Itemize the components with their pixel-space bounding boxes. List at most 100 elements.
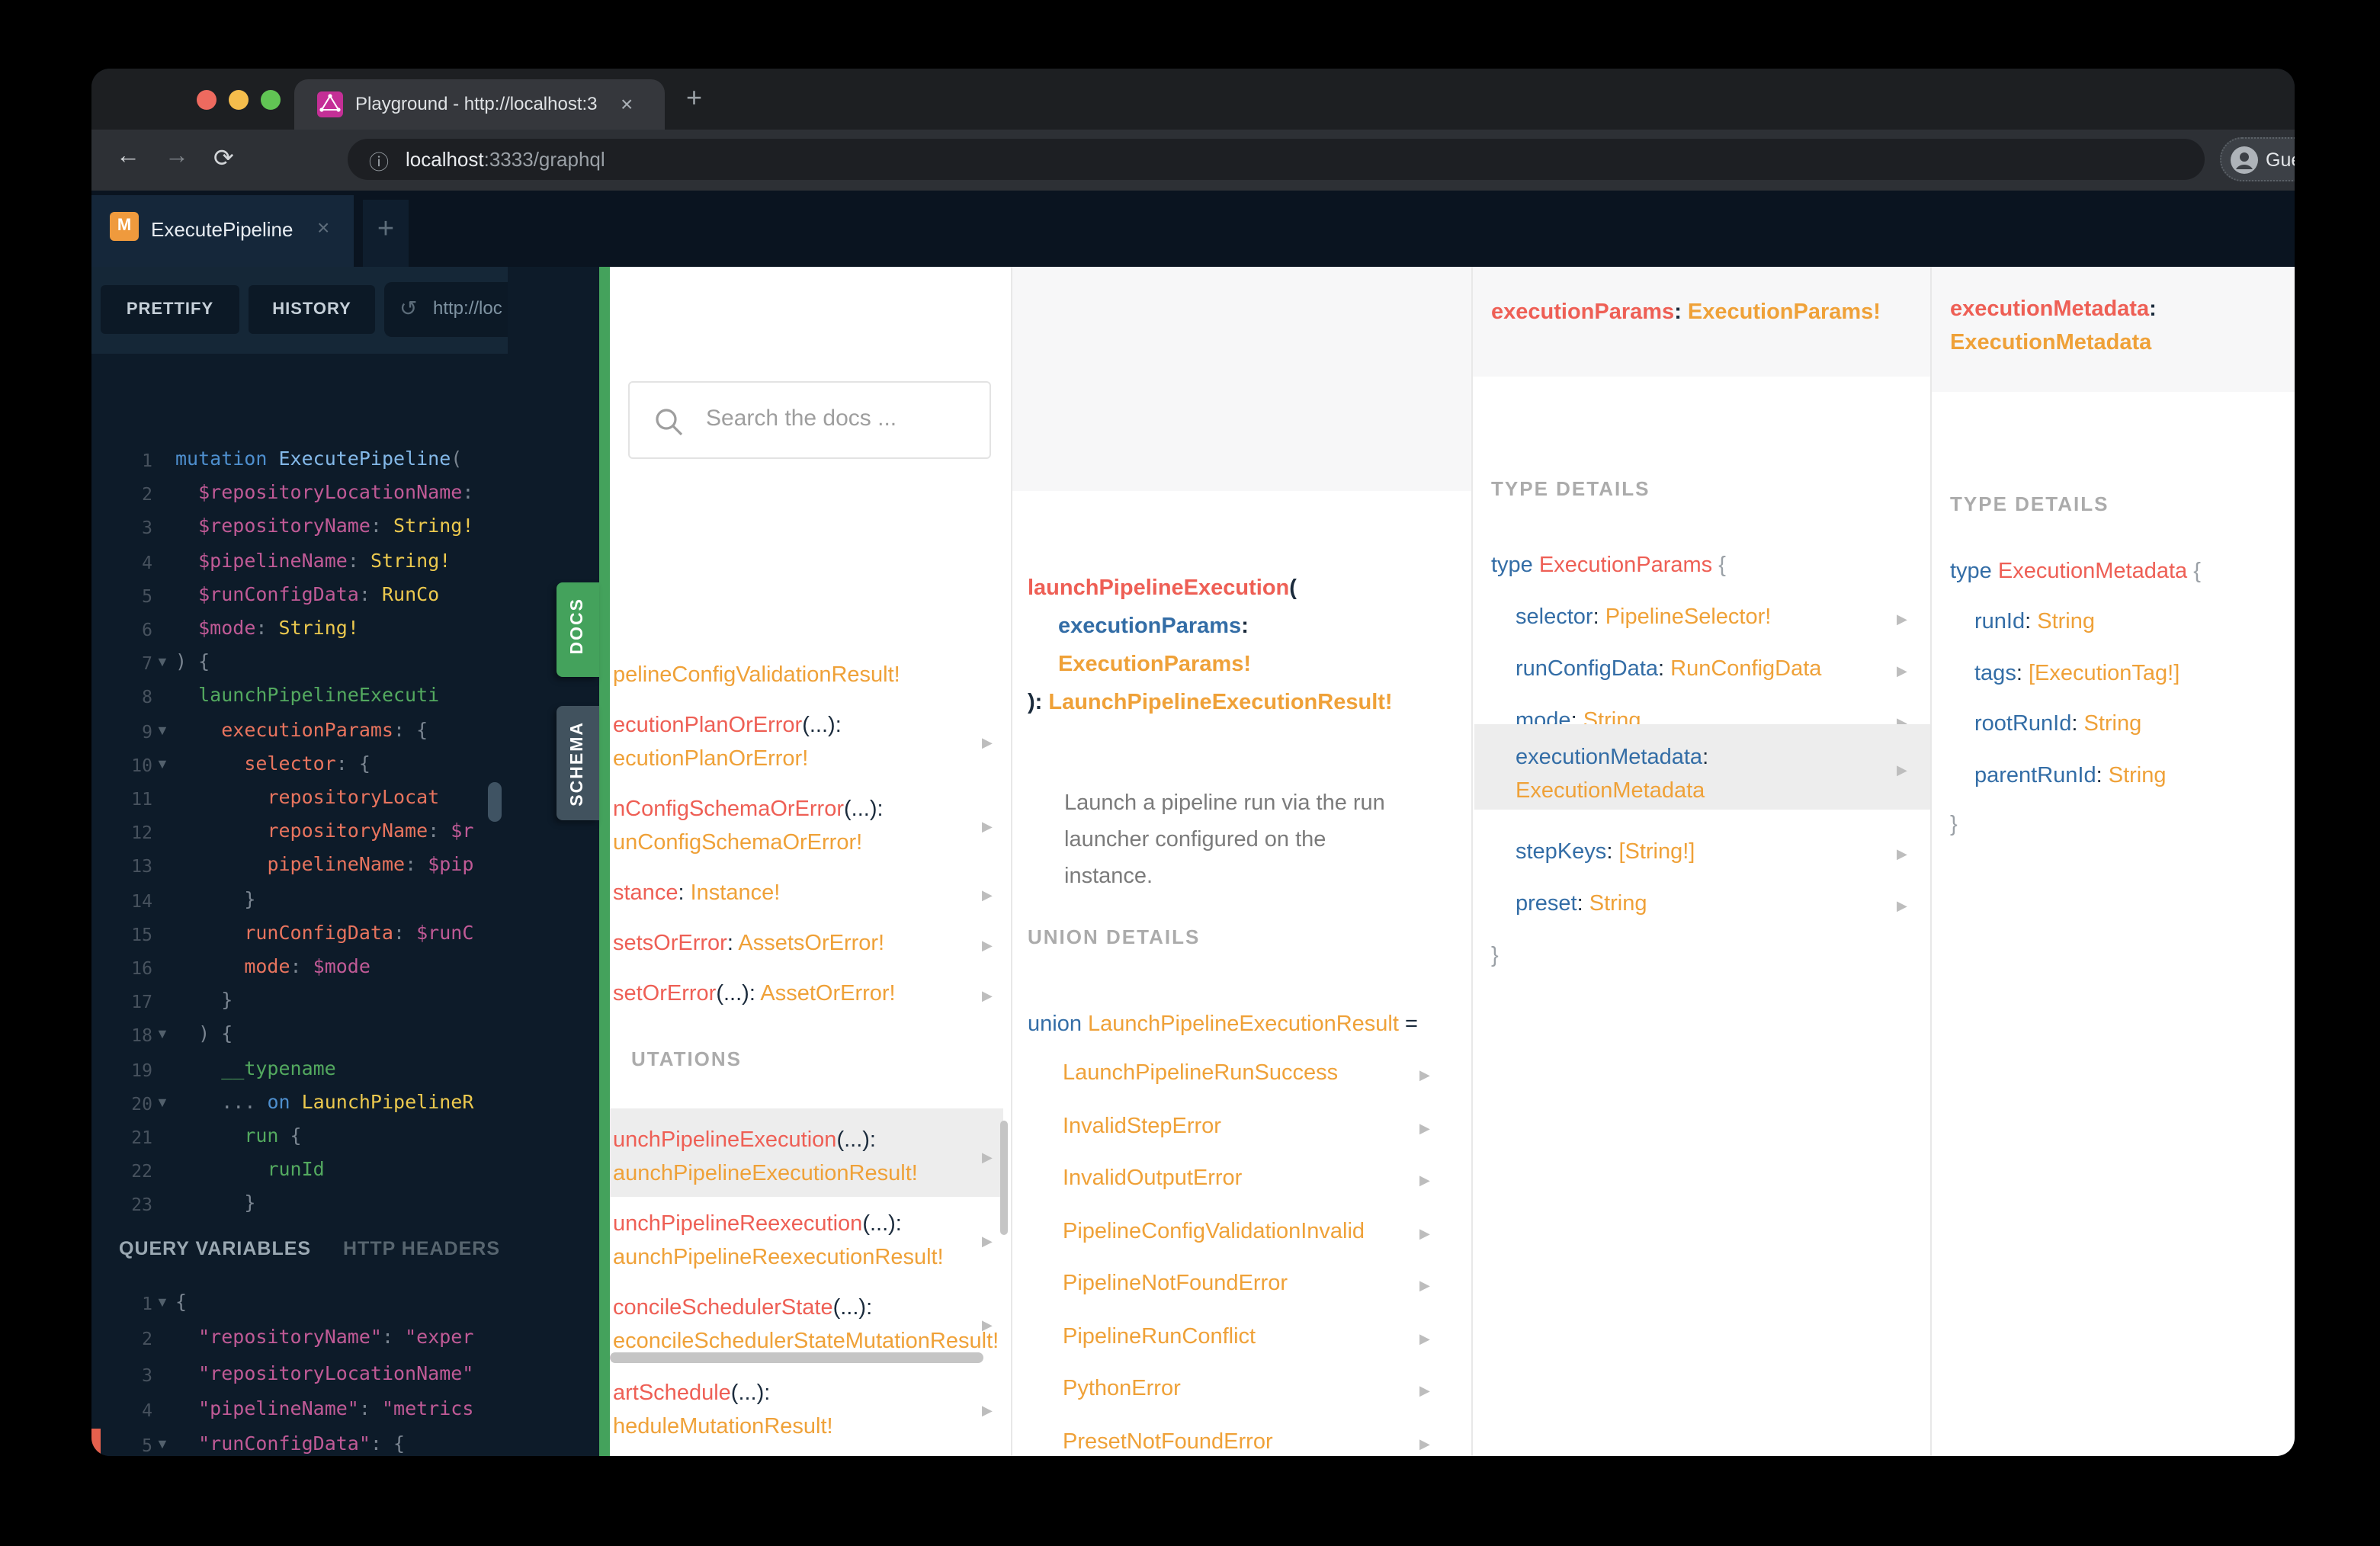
expand-arrow-icon[interactable]: ▶ (1897, 663, 1907, 680)
code-line[interactable]: 3 "repositoryLocationName" (91, 1358, 508, 1391)
code-line[interactable]: 23 } (91, 1188, 508, 1222)
code-line[interactable]: 10 ▼ selector: { (91, 749, 508, 782)
profile-button[interactable]: Guest (2220, 137, 2295, 181)
code-line[interactable]: 4 "pipelineName": "metrics (91, 1394, 508, 1427)
code-line[interactable]: 2 $repositoryLocationName: (91, 477, 508, 511)
code-line[interactable]: 21 run { (91, 1121, 508, 1154)
tab-query-variables[interactable]: QUERY VARIABLES (119, 1238, 311, 1259)
column-vscrollbar[interactable] (1000, 1121, 1008, 1235)
url-bar[interactable]: ⓘ localhost:3333/graphql (348, 139, 2205, 180)
docs-field-item[interactable]: concileSchedulerState(...): (613, 1296, 872, 1320)
endpoint-reload-icon[interactable]: ↺ (399, 296, 417, 322)
fold-caret-icon[interactable]: ▼ (156, 722, 169, 737)
union-member[interactable]: InvalidStepError (1063, 1114, 1221, 1138)
tab-http-headers[interactable]: HTTP HEADERS (343, 1238, 500, 1259)
code-line[interactable]: 4 $pipelineName: String! (91, 545, 508, 579)
add-query-tab-button[interactable]: + (363, 200, 409, 267)
prettify-button[interactable]: PRETTIFY (101, 285, 239, 334)
editor-scrollbar-thumb[interactable] (488, 782, 502, 822)
code-line[interactable]: 14 } (91, 884, 508, 917)
type-field[interactable]: selector: PipelineSelector! (1516, 605, 1771, 630)
expand-arrow-icon[interactable]: ▶ (1897, 762, 1907, 779)
code-line[interactable]: 7 ▼) { (91, 646, 508, 680)
union-member[interactable]: PythonError (1063, 1377, 1181, 1401)
expand-arrow-icon[interactable]: ▶ (982, 1233, 993, 1250)
type-field[interactable]: stepKeys: [String!] (1516, 840, 1695, 864)
expand-arrow-icon[interactable]: ▶ (982, 988, 993, 1005)
traffic-minimize-button[interactable] (229, 90, 249, 110)
expand-arrow-icon[interactable]: ▶ (982, 819, 993, 836)
expand-arrow-icon[interactable]: ▶ (1419, 1120, 1430, 1137)
traffic-close-button[interactable] (197, 90, 217, 110)
docs-field-item[interactable]: artSchedule(...): (613, 1381, 770, 1406)
type-field[interactable]: runId: String (1974, 610, 2095, 634)
docs-field-item[interactable]: setOrError(...): AssetOrError! (613, 982, 896, 1006)
docs-field-item[interactable]: pelineConfigValidationResult! (613, 663, 900, 688)
type-field[interactable]: executionMetadata: (1516, 746, 1708, 770)
code-line[interactable]: 9 ▼ executionParams: { (91, 714, 508, 748)
union-member[interactable]: LaunchPipelineRunSuccess (1063, 1061, 1338, 1086)
expand-arrow-icon[interactable]: ▶ (982, 887, 993, 904)
code-line[interactable]: 5 $runConfigData: RunCo (91, 579, 508, 613)
docs-field-item[interactable]: nConfigSchemaOrError(...): (613, 797, 884, 822)
expand-arrow-icon[interactable]: ▶ (1897, 898, 1907, 915)
docs-field-item[interactable]: unchPipelineExecution(...): (613, 1128, 876, 1153)
code-line[interactable]: 17 } (91, 985, 508, 1018)
type-field[interactable]: ExecutionMetadata (1516, 779, 1705, 803)
docs-field-item[interactable]: setsOrError: AssetsOrError! (613, 932, 884, 956)
code-line[interactable]: 16 mode: $mode (91, 951, 508, 985)
docs-field-item[interactable]: aunchPipelineExecutionResult! (613, 1162, 918, 1186)
expand-arrow-icon[interactable]: ▶ (982, 735, 993, 752)
expand-arrow-icon[interactable]: ▶ (1897, 846, 1907, 863)
union-member[interactable]: PipelineNotFoundError (1063, 1272, 1288, 1296)
docs-divider[interactable] (599, 267, 610, 1456)
code-line[interactable]: 19 __typename (91, 1053, 508, 1086)
site-info-icon[interactable]: ⓘ (369, 146, 389, 175)
forward-icon[interactable]: → (165, 143, 189, 171)
expand-arrow-icon[interactable]: ▶ (1419, 1330, 1430, 1347)
docs-field-item[interactable]: aunchPipelineReexecutionResult! (613, 1246, 944, 1270)
tab-close-icon[interactable]: × (621, 91, 633, 116)
type-field[interactable]: preset: String (1516, 892, 1647, 916)
code-line[interactable]: 20 ▼ ... on LaunchPipelineR (91, 1087, 508, 1121)
docs-field-item[interactable]: heduleMutationResult! (613, 1415, 833, 1439)
docs-field-item[interactable]: stance: Instance! (613, 881, 780, 906)
code-line[interactable]: 2 "repositoryName": "exper (91, 1323, 508, 1356)
docs-field-item[interactable]: ecutionPlanOrError(...): (613, 714, 842, 738)
code-line[interactable]: 12 repositoryName: $r (91, 816, 508, 849)
code-line[interactable]: 3 $repositoryName: String! (91, 512, 508, 545)
expand-arrow-icon[interactable]: ▶ (1419, 1435, 1430, 1452)
type-field[interactable]: parentRunId: String (1974, 764, 2167, 788)
fold-caret-icon[interactable]: ▼ (156, 756, 169, 771)
code-line[interactable]: 18 ▼ ) { (91, 1019, 508, 1053)
fold-caret-icon[interactable]: ▼ (156, 1294, 169, 1310)
code-line[interactable]: 11 repositoryLocat (91, 782, 508, 816)
code-line[interactable]: 5 ▼ "runConfigData": { (91, 1429, 508, 1456)
reload-icon[interactable]: ⟳ (213, 143, 234, 174)
docs-field-item[interactable]: unConfigSchemaOrError! (613, 831, 862, 855)
expand-arrow-icon[interactable]: ▶ (1419, 1278, 1430, 1294)
history-button[interactable]: HISTORY (249, 285, 375, 334)
expand-arrow-icon[interactable]: ▶ (982, 1150, 993, 1166)
code-line[interactable]: 22 runId (91, 1154, 508, 1188)
union-member[interactable]: InvalidOutputError (1063, 1166, 1242, 1191)
docs-field-item[interactable]: econcileSchedulerStateMutationResult! (613, 1329, 999, 1354)
browser-tab[interactable]: Playground - http://localhost:3 × (294, 79, 665, 130)
docs-field-item[interactable]: unchPipelineReexecution(...): (613, 1212, 902, 1236)
fold-caret-icon[interactable]: ▼ (156, 1436, 169, 1451)
union-member[interactable]: PresetNotFoundError (1063, 1429, 1273, 1454)
endpoint-input[interactable]: ↺ http://loc (384, 282, 508, 337)
type-field[interactable]: runConfigData: RunConfigData (1516, 657, 1821, 682)
editor-pane[interactable]: PRETTIFY HISTORY ↺ http://loc 1 mutation … (91, 267, 508, 1456)
code-line[interactable]: 6 $mode: String! (91, 613, 508, 646)
type-field[interactable]: tags: [ExecutionTag!] (1974, 662, 2180, 686)
expand-arrow-icon[interactable]: ▶ (1897, 611, 1907, 628)
code-line[interactable]: 15 runConfigData: $runC (91, 918, 508, 951)
union-member[interactable]: PipelineRunConflict (1063, 1324, 1256, 1349)
fold-caret-icon[interactable]: ▼ (156, 654, 169, 669)
expand-arrow-icon[interactable]: ▶ (982, 1317, 993, 1334)
fold-caret-icon[interactable]: ▼ (156, 1027, 169, 1042)
union-member[interactable]: PipelineConfigValidationInvalid (1063, 1219, 1365, 1243)
type-field[interactable]: rootRunId: String (1974, 712, 2141, 736)
code-line[interactable]: 8 launchPipelineExecuti (91, 681, 508, 714)
